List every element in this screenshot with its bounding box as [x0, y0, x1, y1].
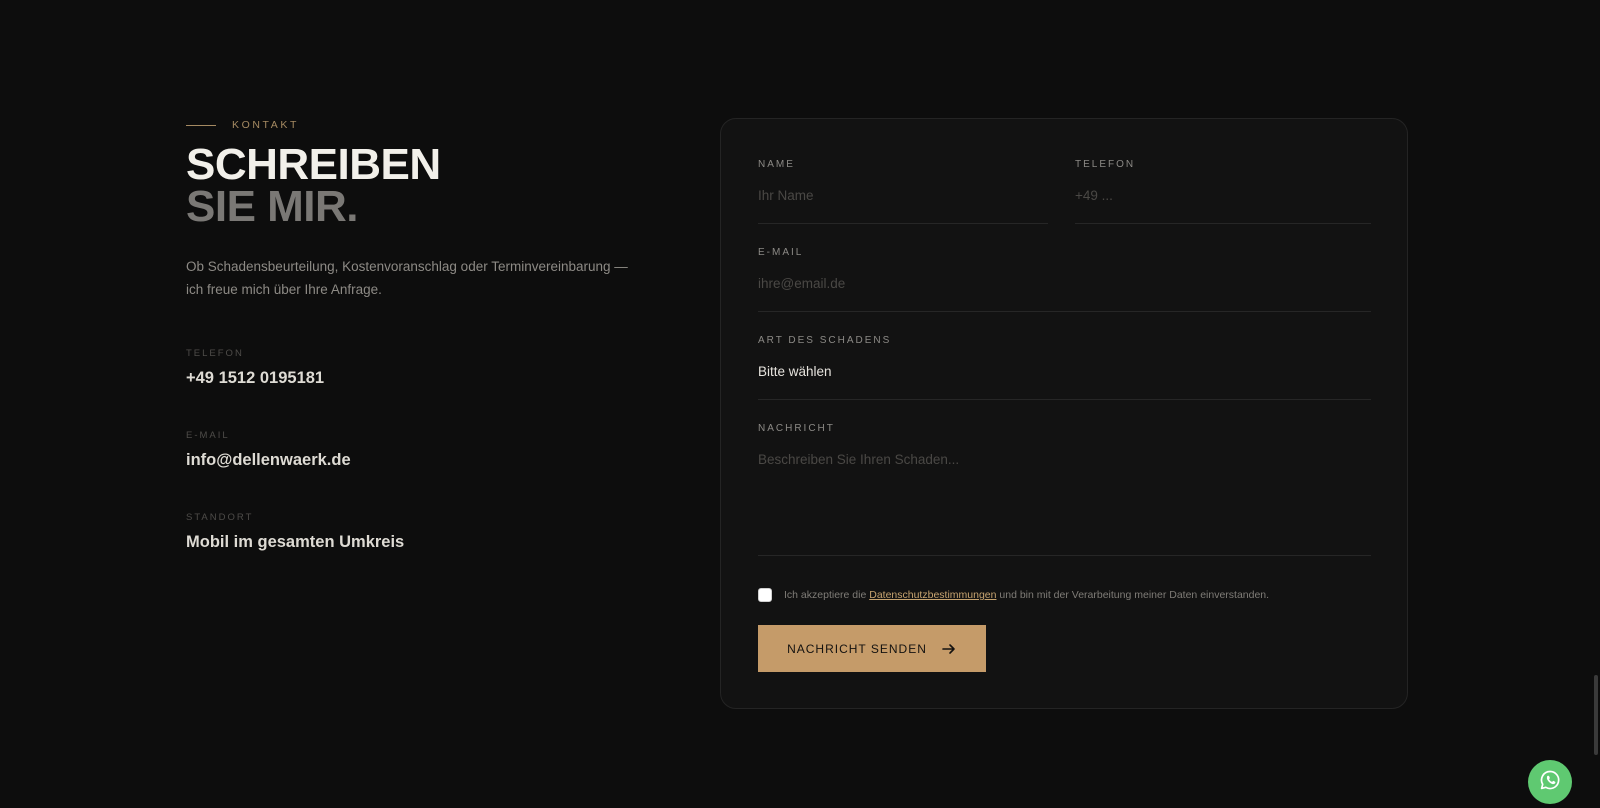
intro-text: Ob Schadensbeurteilung, Kostenvoranschla…: [186, 256, 646, 301]
eyebrow-line: [186, 124, 216, 126]
info-email: E-MAIL info@dellenwaerk.de: [186, 430, 351, 470]
info-email-value[interactable]: info@dellenwaerk.de: [186, 451, 351, 470]
message-textarea[interactable]: Beschreiben Sie Ihren Schaden...: [758, 452, 1371, 556]
name-label: NAME: [758, 159, 795, 170]
eyebrow: KONTAKT: [186, 118, 646, 132]
arrow-right-icon: [941, 641, 957, 657]
consent-text: Ich akzeptiere die Datenschutzbestimmung…: [784, 589, 1269, 601]
info-email-label: E-MAIL: [186, 430, 230, 441]
intro-line-2: ich freue mich über Ihre Anfrage.: [186, 281, 382, 297]
whatsapp-button[interactable]: [1528, 760, 1572, 804]
info-location: STANDORT Mobil im gesamten Umkreis: [186, 512, 404, 552]
damage-type-select[interactable]: Bitte wählen: [758, 364, 1371, 400]
email-field: E-MAIL ihre@email.de: [758, 247, 1371, 312]
contact-info: KONTAKT SCHREIBEN SIE MIR. Ob Schadensbe…: [186, 118, 646, 551]
title-line-1: SCHREIBEN: [186, 140, 441, 189]
consent-checkbox[interactable]: [758, 588, 772, 602]
consent-prefix: Ich akzeptiere die: [784, 589, 867, 601]
name-input[interactable]: Ihr Name: [758, 188, 1048, 224]
intro-line-1: Ob Schadensbeurteilung, Kostenvoranschla…: [186, 259, 628, 274]
name-field: NAME Ihr Name: [758, 159, 1048, 224]
email-input[interactable]: ihre@email.de: [758, 276, 1371, 312]
info-phone-label: TELEFON: [186, 348, 244, 359]
info-location-label: STANDORT: [186, 512, 254, 523]
consent-suffix: und bin mit der Verarbeitung meiner Date…: [999, 589, 1270, 601]
whatsapp-icon: [1538, 768, 1562, 797]
info-location-value: Mobil im gesamten Umkreis: [186, 533, 405, 551]
message-field: NACHRICHT Beschreiben Sie Ihren Schaden.…: [758, 423, 1371, 556]
title-line-2: SIE MIR.: [186, 182, 359, 231]
privacy-link[interactable]: Datenschutzbestimmungen: [869, 589, 996, 601]
page-title: SCHREIBEN SIE MIR.: [186, 140, 646, 231]
phone-label: TELEFON: [1075, 159, 1136, 170]
message-label: NACHRICHT: [758, 423, 835, 434]
submit-button[interactable]: NACHRICHT SENDEN: [758, 625, 986, 672]
consent-row: Ich akzeptiere die Datenschutzbestimmung…: [758, 588, 1269, 602]
email-label: E-MAIL: [758, 247, 804, 258]
info-phone: TELEFON +49 1512 0195181: [186, 348, 324, 388]
info-phone-value[interactable]: +49 1512 0195181: [186, 369, 324, 388]
scrollbar-thumb[interactable]: [1594, 675, 1598, 755]
damage-type-field: ART DES SCHADENS Bitte wählen: [758, 335, 1371, 400]
phone-field: TELEFON +49 ...: [1075, 159, 1371, 224]
contact-form: NAME Ihr Name TELEFON +49 ... E-MAIL ihr…: [720, 118, 1408, 709]
contact-section: KONTAKT SCHREIBEN SIE MIR. Ob Schadensbe…: [0, 0, 1600, 808]
phone-input[interactable]: +49 ...: [1075, 188, 1371, 224]
submit-label: NACHRICHT SENDEN: [787, 641, 927, 656]
damage-type-label: ART DES SCHADENS: [758, 335, 892, 346]
eyebrow-text: KONTAKT: [232, 119, 300, 131]
